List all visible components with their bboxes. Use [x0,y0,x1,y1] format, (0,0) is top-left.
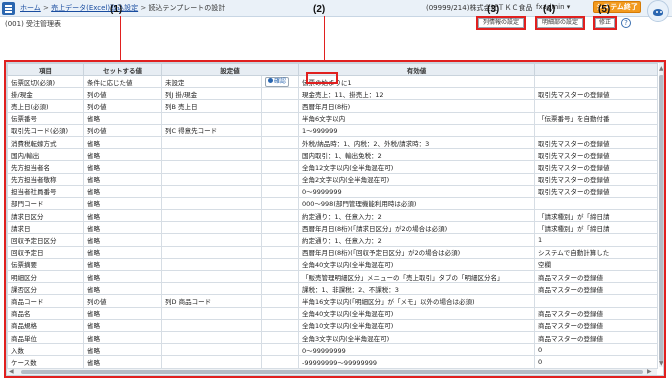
breadcrumb-import-settings[interactable]: 売上データ(Excel)取込設定 [51,4,138,12]
callout-3: (3) [487,4,500,15]
highlight-frame-confirm [306,72,338,84]
callout-2: (2) [313,4,326,15]
company-name: (09999/214)株式会社ＴＫＣ食品 [426,4,533,12]
breadcrumb-separator: > [43,4,52,12]
highlight-frame-fix [593,16,617,30]
page-title: (001) 受注管理表 [5,20,62,28]
breadcrumb: ホーム > 売上データ(Excel)取込設定 > 読込テンプレートの設計 [20,3,225,13]
callout-line-1 [120,16,121,60]
help-icon[interactable]: ? [621,18,631,28]
breadcrumb-home[interactable]: ホーム [20,4,41,12]
app-logo [647,0,669,22]
highlight-frame-detail [535,16,585,30]
top-bar: ホーム > 売上データ(Excel)取込設定 > 読込テンプレートの設計 (09… [0,0,672,22]
logo-eye-icon [656,11,658,13]
highlight-frame-grid [4,60,666,378]
highlight-frame-column-info [476,16,526,30]
logo-eye-icon [660,11,662,13]
hamburger-menu-icon[interactable] [2,2,15,15]
callout-5: (5) [598,4,611,15]
breadcrumb-current: 読込テンプレートの設計 [148,4,226,12]
callout-4: (4) [543,4,556,15]
callout-1: (1) [110,4,123,15]
